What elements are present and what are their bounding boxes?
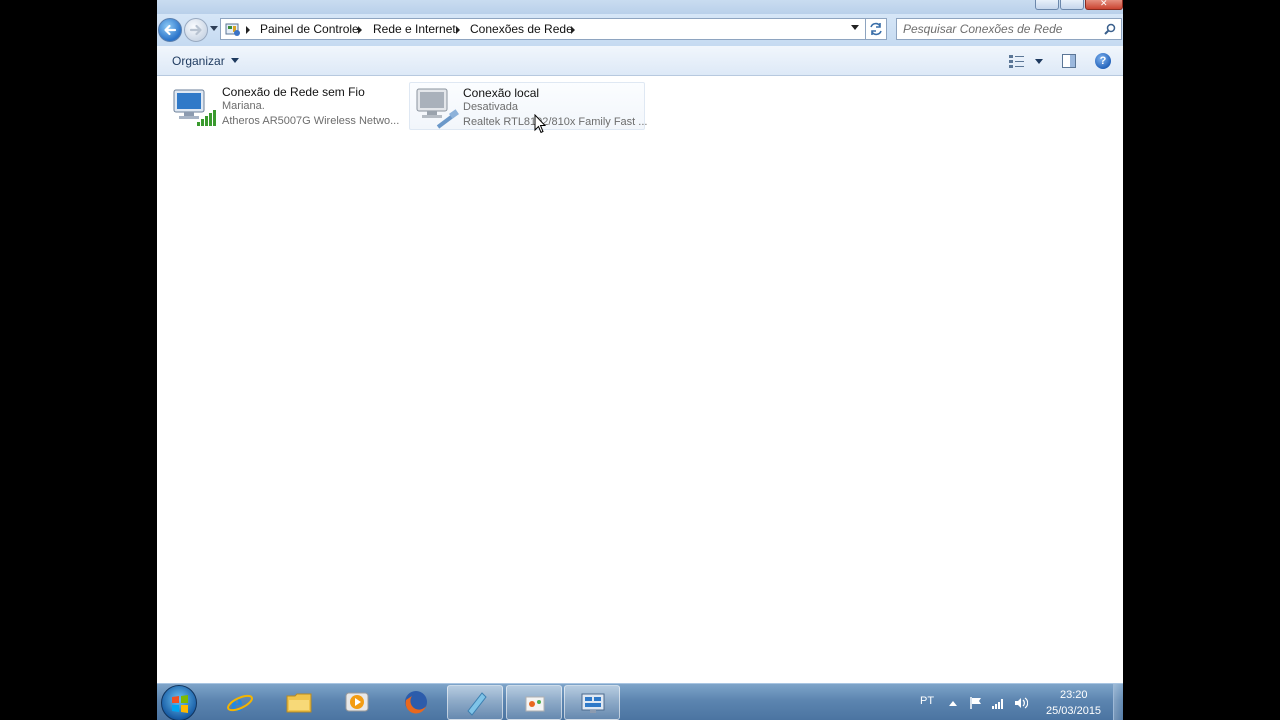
connection-status: Desativada [463, 101, 519, 113]
breadcrumb-conexoes-de-rede[interactable]: Conexões de Rede [470, 22, 573, 36]
back-button[interactable] [158, 18, 182, 42]
chevron-down-icon [230, 58, 239, 63]
breadcrumb-painel-de-controle[interactable]: Painel de Controle [260, 22, 359, 36]
wireless-network-icon [173, 89, 216, 126]
taskbar-paint[interactable] [447, 685, 503, 720]
arrow-left-icon [164, 24, 177, 36]
recent-pages-dropdown[interactable] [210, 26, 218, 31]
breadcrumb-rede-e-internet[interactable]: Rede e Internet [373, 22, 456, 36]
wired-network-icon [416, 88, 459, 129]
breadcrumb-separator[interactable] [456, 26, 460, 34]
connection-name: Conexão de Rede sem Fio [222, 85, 365, 99]
views-dropdown[interactable] [1035, 59, 1043, 64]
connection-device: Realtek RTL8102/810x Family Fast ... [463, 116, 648, 128]
connection-name: Conexão local [463, 86, 540, 100]
explorer-window: Painel de Controle Rede e Internet Conex… [157, 0, 1123, 720]
network-signal-icon[interactable] [991, 696, 1005, 710]
breadcrumb-separator[interactable] [358, 26, 362, 34]
breadcrumb-separator[interactable] [571, 26, 575, 34]
breadcrumb-separator[interactable] [246, 26, 250, 34]
language-indicator[interactable]: PT [920, 695, 934, 707]
control-panel-icon [225, 23, 240, 36]
taskbar-firefox[interactable] [388, 685, 444, 720]
media-player-icon [345, 692, 369, 712]
command-bar: Organizar ? [157, 46, 1123, 76]
search-input[interactable] [903, 22, 1099, 36]
paint-icon [467, 692, 487, 716]
help-button[interactable]: ? [1095, 53, 1111, 69]
taskbar-media-player[interactable] [329, 685, 385, 720]
refresh-icon [870, 22, 882, 36]
media-center-icon [525, 696, 545, 712]
clock-time[interactable]: 23:20 [1060, 689, 1088, 701]
start-button[interactable] [161, 685, 197, 720]
volume-icon[interactable] [1014, 696, 1028, 710]
search-icon[interactable] [1104, 23, 1116, 35]
connection-device: Atheros AR5007G Wireless Netwo... [222, 115, 400, 127]
show-desktop-button[interactable] [1113, 684, 1123, 720]
close-button[interactable] [1085, 0, 1123, 10]
address-bar[interactable]: Painel de Controle Rede e Internet Conex… [220, 18, 886, 40]
connections-list: Conexão de Rede sem Fio Mariana. Atheros… [157, 77, 1123, 683]
minimize-button[interactable] [1035, 0, 1059, 10]
windows-logo-icon [172, 695, 188, 713]
maximize-button[interactable] [1060, 0, 1084, 10]
address-row: Painel de Controle Rede e Internet Conex… [157, 14, 1123, 46]
taskbar-internet-explorer[interactable]: e [212, 685, 268, 720]
window-titlebar [157, 0, 1123, 14]
clock-date[interactable]: 25/03/2015 [1046, 705, 1101, 717]
taskbar: e PT 23:20 25/03/2015 [157, 683, 1123, 720]
connection-item-wireless[interactable]: Conexão de Rede sem Fio Mariana. Atheros… [167, 82, 403, 130]
forward-button[interactable] [184, 18, 208, 42]
firefox-icon [405, 691, 427, 714]
organize-button[interactable]: Organizar [172, 54, 239, 68]
internet-explorer-icon: e [227, 688, 253, 716]
search-box[interactable] [896, 18, 1122, 40]
preview-pane-button[interactable] [1062, 54, 1076, 68]
refresh-button[interactable] [865, 18, 887, 40]
control-panel-icon [581, 693, 605, 713]
show-hidden-icons-button[interactable] [949, 701, 957, 706]
taskbar-windows-media-center[interactable] [506, 685, 562, 720]
folder-icon [286, 693, 312, 713]
address-history-dropdown[interactable] [851, 25, 859, 30]
organize-label: Organizar [172, 54, 225, 68]
taskbar-control-panel[interactable] [564, 685, 620, 720]
arrow-right-icon [189, 24, 202, 36]
taskbar-windows-explorer[interactable] [271, 685, 327, 720]
change-view-icon[interactable] [1009, 54, 1025, 68]
action-center-flag-icon[interactable] [969, 696, 983, 710]
connection-item-local[interactable]: Conexão local Desativada Realtek RTL8102… [409, 82, 648, 130]
connection-status: Mariana. [222, 100, 265, 112]
